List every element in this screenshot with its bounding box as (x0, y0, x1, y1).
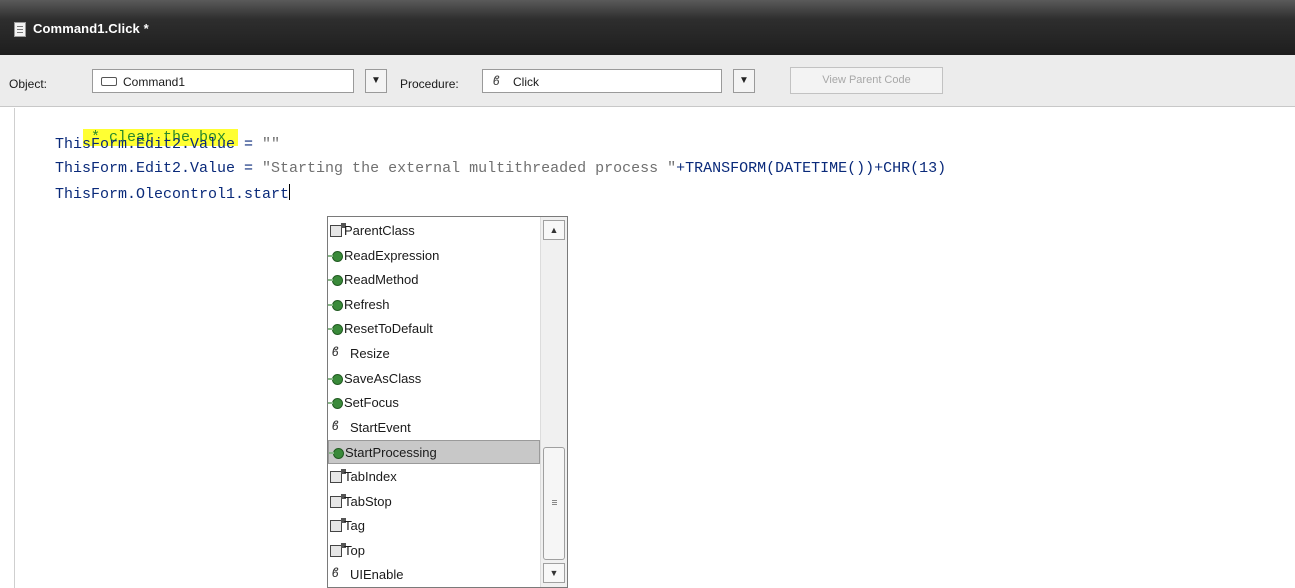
object-label: Object: (9, 77, 48, 91)
code-text: ThisForm.Edit2.Value = (55, 160, 263, 177)
autocomplete-item-label: StartProcessing (345, 445, 437, 461)
event-lightning-icon: ϐ (493, 73, 500, 88)
view-parent-code-button[interactable]: View Parent Code (790, 67, 943, 94)
autocomplete-item-label: StartEvent (350, 419, 411, 435)
code-text: ThisForm.Olecontrol1.start (55, 186, 290, 203)
autocomplete-item[interactable]: ϐ UIEnable (328, 563, 540, 587)
autocomplete-item-label: UIEnable (350, 567, 404, 583)
procedure-value: Click (513, 75, 539, 89)
chevron-down-icon: ▼ (549, 568, 559, 578)
autocomplete-item-label: SaveAsClass (344, 370, 422, 386)
editor-gutter (14, 108, 15, 588)
event-icon: ϐ (332, 417, 339, 433)
autocomplete-item-label: TabIndex (344, 469, 397, 484)
event-icon: ϐ (332, 565, 339, 581)
autocomplete-item-label: ReadExpression (344, 247, 440, 263)
autocomplete-item[interactable]: ReadExpression (328, 244, 540, 268)
autocomplete-item[interactable]: ϐ Resize (328, 342, 540, 366)
object-dropdown-button[interactable]: ▼ (365, 69, 387, 93)
autocomplete-item[interactable]: StartProcessing (328, 440, 540, 465)
scroll-up-button[interactable]: ▲ (543, 220, 565, 240)
event-icon: ϐ (332, 344, 339, 359)
autocomplete-item[interactable]: TabStop (328, 490, 540, 514)
chevron-down-icon: ▼ (739, 75, 749, 86)
autocomplete-item[interactable]: Top (328, 539, 540, 563)
autocomplete-item[interactable]: ϐ StartEvent (328, 416, 540, 440)
chevron-up-icon: ▲ (549, 225, 559, 235)
property-icon (330, 518, 346, 533)
autocomplete-item[interactable]: SetFocus (328, 391, 540, 415)
window-titlebar: Command1.Click * (0, 0, 1295, 55)
code-line: ThisForm.Olecontrol1.start (55, 184, 291, 203)
scroll-down-button[interactable]: ▼ (543, 563, 565, 583)
autocomplete-item-label: Resize (350, 346, 390, 361)
object-combobox[interactable]: Command1 (92, 69, 354, 93)
autocomplete-item-label: ResetToDefault (344, 321, 433, 337)
code-string: "" (262, 136, 281, 153)
autocomplete-item[interactable]: ResetToDefault (328, 317, 540, 341)
property-icon (330, 493, 346, 508)
code-text: ThisForm.Edit2.Value = (55, 136, 263, 153)
property-icon (330, 542, 346, 557)
autocomplete-item[interactable]: SaveAsClass (328, 367, 540, 391)
autocomplete-scrollbar[interactable]: ▲ ▼ (540, 217, 567, 587)
autocomplete-item[interactable]: Tag (328, 514, 540, 538)
property-icon (330, 223, 346, 237)
autocomplete-item-label: ReadMethod (344, 272, 419, 288)
autocomplete-item-label: Refresh (344, 296, 390, 312)
autocomplete-item[interactable]: ParentClass (328, 219, 540, 243)
chevron-down-icon: ▼ (371, 75, 381, 86)
command-button-icon (101, 77, 117, 86)
autocomplete-item-label: ParentClass (344, 223, 415, 238)
object-value: Command1 (123, 75, 186, 89)
procedure-combobox[interactable]: ϐ Click (482, 69, 722, 93)
document-icon (14, 22, 26, 37)
code-toolbar: Object: Command1 ▼ Procedure: ϐ Click ▼ … (0, 55, 1295, 107)
autocomplete-item[interactable]: TabIndex (328, 465, 540, 489)
autocomplete-item-label: Top (344, 542, 365, 558)
code-string: "Starting the external multithreaded pro… (262, 160, 677, 177)
text-caret (289, 184, 291, 200)
code-line: ThisForm.Edit2.Value = "Starting the ext… (55, 160, 946, 177)
procedure-dropdown-button[interactable]: ▼ (733, 69, 755, 93)
autocomplete-item-label: TabStop (344, 493, 392, 509)
autocomplete-item-label: SetFocus (344, 395, 399, 411)
procedure-label: Procedure: (400, 77, 459, 91)
scrollbar-thumb[interactable] (543, 447, 565, 560)
autocomplete-list[interactable]: ParentClass ReadExpression ReadMethod Refre… (327, 216, 568, 588)
autocomplete-item[interactable]: ReadMethod (328, 268, 540, 292)
code-line: ThisForm.Edit2.Value = "" (55, 136, 280, 153)
autocomplete-item-label: Tag (344, 518, 365, 534)
autocomplete-item[interactable]: Refresh (328, 293, 540, 317)
code-editor[interactable]: * clear the box ThisForm.Edit2.Value = "… (0, 108, 1295, 588)
window-title: Command1.Click * (33, 21, 149, 36)
property-icon (330, 469, 346, 483)
code-text: +TRANSFORM(DATETIME())+CHR(13) (676, 160, 947, 177)
